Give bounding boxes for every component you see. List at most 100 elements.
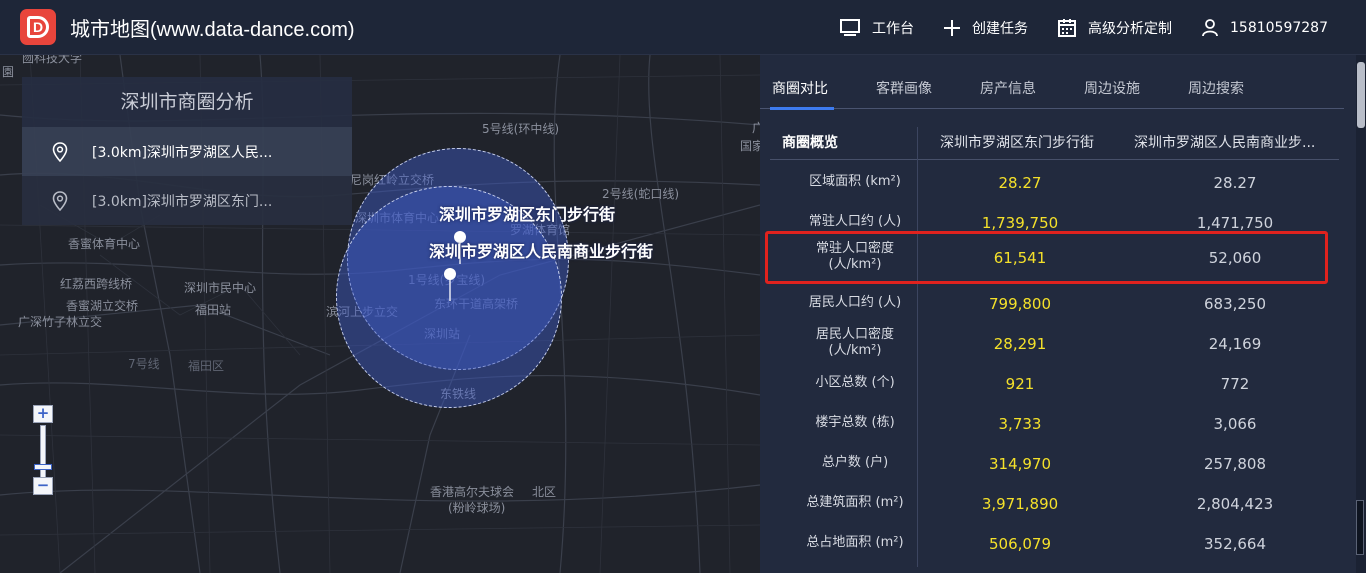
zoom-slider-handle[interactable] (34, 464, 52, 470)
map-label: 福田站 (195, 303, 232, 317)
row-value-col2: 683,250 (1203, 295, 1267, 313)
top-header: D 城市地图(www.data-dance.com) 工作台 创建任务 高级分析… (0, 0, 1366, 55)
nav-workbench[interactable]: 工作台 (840, 18, 914, 38)
map-label: 香蜜湖立交桥 (66, 299, 139, 313)
nav-workbench-label: 工作台 (872, 20, 915, 37)
logo-letter: D (27, 16, 49, 38)
tab-nearby-facilities[interactable]: 周边设施 (1084, 78, 1140, 98)
table-row: 总建筑面积 (m²) 3,971,890 2,804,423 (760, 483, 1340, 523)
area-list-panel: 深圳市商圈分析 [3.0km]深圳市罗湖区人民... [3.0km]深圳市罗湖区… (22, 77, 352, 225)
table-row: 总户数 (户) 314,970 257,808 (760, 443, 1340, 483)
map-label: 北区 (532, 485, 557, 499)
row-value-col2: 352,664 (1203, 535, 1267, 553)
table-header-overview: 商圈概览 (782, 135, 838, 151)
tab-comparison[interactable]: 商圈对比 (772, 78, 828, 98)
app-logo[interactable]: D (20, 9, 56, 45)
map-label: 广 (752, 121, 760, 135)
tab-property-info[interactable]: 房产信息 (980, 78, 1036, 98)
map-marker-renminnan[interactable] (443, 267, 457, 305)
table-row: 区域面积 (km²) 28.27 28.27 (760, 162, 1340, 202)
map-label: 福田区 (188, 359, 225, 373)
row-label: 常驻人口约 (人) (808, 214, 902, 229)
zoom-out-button[interactable]: − (33, 477, 53, 495)
nav-advanced-analysis[interactable]: 高级分析定制 (1058, 18, 1172, 38)
monitor-icon (840, 18, 861, 37)
row-label: 小区总数 (个) (815, 375, 895, 390)
nav-user-label: 15810597287 (1230, 19, 1328, 36)
row-value-col1: 28,291 (993, 335, 1047, 353)
map-label: 国家 (740, 139, 760, 153)
area-item-renminnan[interactable]: [3.0km]深圳市罗湖区人民... (22, 127, 352, 176)
map-label: 園 (2, 65, 15, 79)
table-row: 楼宇总数 (栋) 3,733 3,066 (760, 403, 1340, 443)
row-value-col1: 3,733 (998, 415, 1042, 433)
row-value-col2: 24,169 (1208, 335, 1262, 353)
map-label: 香港高尔夫球会 (430, 485, 515, 499)
zoom-in-button[interactable]: + (33, 405, 53, 423)
scrollbar-thumb[interactable] (1357, 62, 1365, 128)
nav-advanced-analysis-label: 高级分析定制 (1088, 20, 1173, 37)
map-label: 2号线(蛇口线) (602, 187, 679, 201)
row-value-col1: 921 (1005, 375, 1035, 393)
row-value-col1: 3,971,890 (981, 495, 1059, 513)
analysis-panel: 商圈对比 客群画像 房产信息 周边设施 周边搜索 商圈概览 深圳市罗湖区东门步行… (760, 55, 1366, 573)
nav-create-task-label: 创建任务 (972, 20, 1029, 37)
row-label: 总占地面积 (m²) (806, 535, 904, 550)
table-row: 小区总数 (个) 921 772 (760, 363, 1340, 403)
row-label: 总户数 (户) (821, 455, 889, 470)
table-row: 总占地面积 (m²) 506,079 352,664 (760, 523, 1340, 563)
table-header-col2: 深圳市罗湖区人民南商业步... (1134, 135, 1316, 151)
marker-label-renminnan: 深圳市罗湖区人民南商业步行街 (429, 242, 654, 261)
map-label: 深圳市民中心 (184, 281, 257, 295)
map-label: 囫科技大学 (22, 55, 83, 65)
nav-create-task[interactable]: 创建任务 (944, 18, 1028, 38)
row-label: 居民人口约 (人) (808, 295, 902, 310)
highlight-box (765, 231, 1328, 284)
area-item-dongmen[interactable]: [3.0km]深圳市罗湖区东门... (22, 176, 352, 225)
map-label: 红荔西跨线桥 (60, 277, 133, 291)
location-pin-icon (52, 190, 68, 211)
plus-icon (944, 19, 961, 36)
table-row: 居民人口约 (人) 799,800 683,250 (760, 283, 1340, 323)
row-value-col2: 28.27 (1213, 174, 1257, 192)
scroll-mini-indicator (1356, 500, 1364, 555)
nav-user[interactable]: 15810597287 (1202, 18, 1328, 37)
row-value-col2: 1,471,750 (1196, 214, 1274, 232)
app-title: 城市地图(www.data-dance.com) (70, 18, 355, 41)
tab-bar: 商圈对比 客群画像 房产信息 周边设施 周边搜索 (760, 55, 1366, 110)
top-nav: 工作台 创建任务 高级分析定制 15810597287 (840, 0, 1366, 55)
area-item-label: [3.0km]深圳市罗湖区人民... (92, 144, 273, 161)
tab-divider (760, 108, 1344, 109)
tab-active-indicator (770, 107, 834, 110)
zoom-slider-track[interactable] (40, 425, 46, 480)
row-value-col2: 772 (1220, 375, 1250, 393)
marker-label-dongmen: 深圳市罗湖区东门步行街 (439, 205, 616, 224)
tab-nearby-search[interactable]: 周边搜索 (1188, 78, 1244, 98)
row-label: 楼宇总数 (栋) (815, 415, 895, 430)
row-value-col2: 3,066 (1213, 415, 1257, 433)
area-item-label: [3.0km]深圳市罗湖区东门... (92, 193, 273, 210)
user-icon (1202, 18, 1218, 37)
map-label: 7号线 (128, 357, 160, 371)
row-label: 总建筑面积 (m²) (806, 495, 904, 510)
zoom-control: + − (33, 405, 53, 500)
row-value-col1: 28.27 (998, 174, 1042, 192)
row-label: 居民人口密度 (人/km²) (815, 327, 894, 358)
table-row: 居民人口密度 (人/km²) 28,291 24,169 (760, 323, 1340, 363)
panel-scrollbar[interactable] (1356, 55, 1366, 573)
map-view[interactable]: 園 囫科技大学 5号线(环中线) 尼岗红岭立交桥 深圳市体育中心 罗湖体育馆 2… (0, 55, 760, 573)
tab-customer-profile[interactable]: 客群画像 (876, 78, 932, 98)
row-label: 区域面积 (km²) (809, 174, 901, 189)
row-value-col2: 2,804,423 (1196, 495, 1274, 513)
table-header-col1: 深圳市罗湖区东门步行街 (940, 135, 1094, 151)
calendar-icon (1058, 18, 1077, 37)
table-header-divider (770, 159, 1339, 160)
map-label: (粉岭球场) (448, 501, 506, 515)
row-value-col2: 257,808 (1203, 455, 1267, 473)
map-label: 香蜜体育中心 (68, 237, 141, 251)
map-label: 广深竹子林立交 (18, 315, 103, 329)
row-value-col1: 799,800 (988, 295, 1052, 313)
map-label: 5号线(环中线) (482, 122, 559, 136)
area-list-title: 深圳市商圈分析 (22, 77, 352, 127)
row-value-col1: 1,739,750 (981, 214, 1059, 232)
